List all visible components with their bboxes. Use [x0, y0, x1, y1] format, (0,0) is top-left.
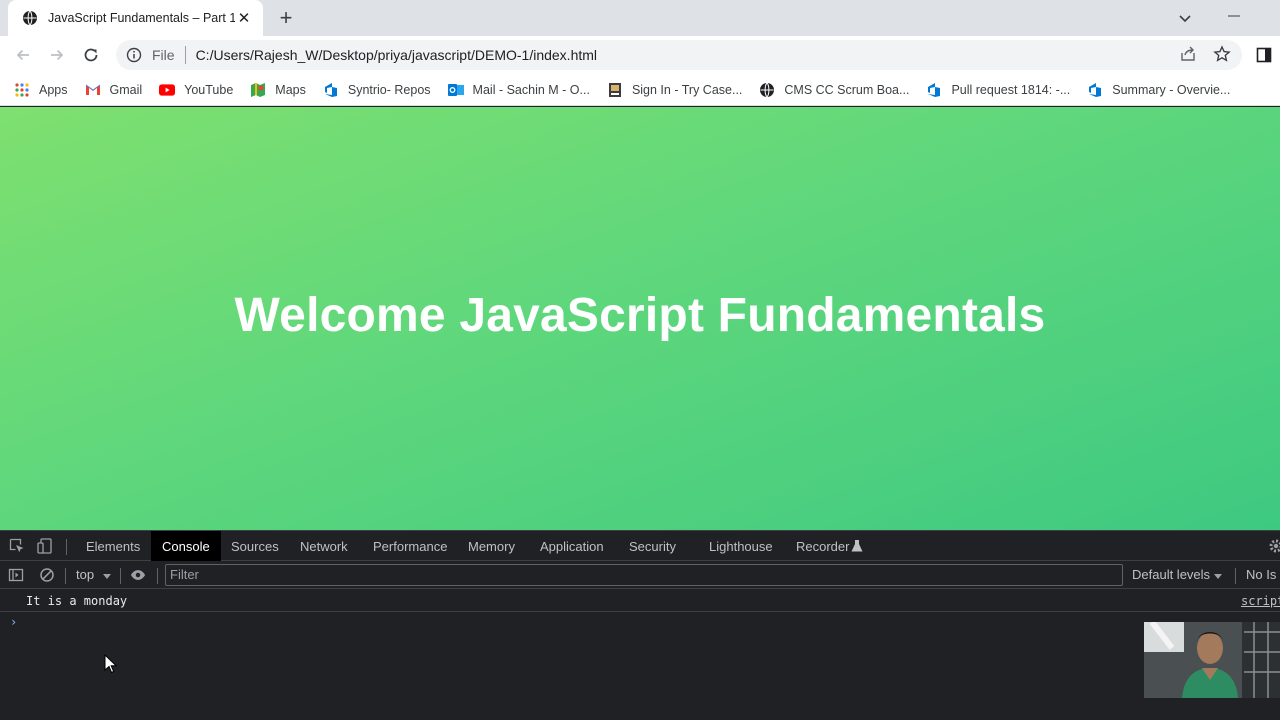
filter-input[interactable]: Filter: [165, 564, 1123, 586]
side-panel-icon[interactable]: [1254, 45, 1274, 65]
omnibox-divider: [184, 46, 186, 64]
bookmarks-bar: Apps Gmail YouTube Maps Syntrio- Repos M…: [0, 74, 1280, 106]
scheme-label: File: [152, 47, 175, 63]
tab-network[interactable]: Network: [300, 531, 348, 561]
toolbar-divider: [120, 568, 121, 584]
devtools-tab-bar: Elements Console Sources Network Perform…: [0, 531, 1280, 561]
browser-toolbar: File C:/Users/Rajesh_W/Desktop/priya/jav…: [0, 36, 1280, 74]
globe-icon: [22, 10, 38, 26]
azure-devops-icon: [323, 82, 339, 98]
clear-console-icon[interactable]: [39, 567, 55, 583]
bookmark-label: Pull request 1814: -...: [951, 82, 1071, 97]
toolbar-divider: [65, 568, 66, 584]
toolbar-divider: [1235, 568, 1236, 584]
outlook-icon: [447, 82, 464, 98]
tab-title: JavaScript Fundamentals – Part 1: [48, 11, 235, 25]
address-bar[interactable]: File C:/Users/Rajesh_W/Desktop/priya/jav…: [116, 40, 1242, 70]
globe-icon: [759, 82, 775, 98]
console-prompt-caret[interactable]: ›: [10, 615, 17, 629]
reload-icon[interactable]: [81, 45, 101, 65]
tab-performance[interactable]: Performance: [373, 531, 447, 561]
info-icon[interactable]: [126, 47, 142, 63]
url-text[interactable]: C:/Users/Rajesh_W/Desktop/priya/javascri…: [196, 47, 597, 63]
bookmark-gmail[interactable]: Gmail: [85, 82, 143, 98]
bookmark-label: Sign In - Try Case...: [631, 82, 743, 97]
tab-console[interactable]: Console: [151, 531, 221, 561]
bookmark-label: Mail - Sachin M - O...: [472, 82, 590, 97]
bookmark-label: Gmail: [109, 82, 143, 97]
share-icon[interactable]: [1178, 44, 1198, 64]
new-tab-button[interactable]: +: [276, 5, 296, 30]
bookmark-label: Apps: [39, 82, 68, 97]
forward-arrow-icon[interactable]: [47, 45, 67, 65]
sidebar-toggle-icon[interactable]: [8, 567, 24, 583]
minimize-icon[interactable]: [1226, 6, 1242, 22]
dropdown-arrow-icon[interactable]: [99, 568, 115, 584]
bookmark-label: CMS CC Scrum Boa...: [784, 82, 910, 97]
browser-tab[interactable]: JavaScript Fundamentals – Part 1 ✕: [8, 0, 263, 36]
inspect-element-icon[interactable]: [9, 538, 25, 554]
bookmark-cms-scrum[interactable]: CMS CC Scrum Boa...: [759, 82, 909, 98]
eye-icon[interactable]: [130, 567, 146, 583]
console-log-text: It is a monday: [26, 594, 128, 608]
bookmark-label: Syntrio- Repos: [347, 82, 431, 97]
devtools-panel: Elements Console Sources Network Perform…: [0, 530, 1280, 720]
flask-icon: [849, 538, 865, 554]
console-toolbar: top Filter Default levels No Is: [0, 562, 1280, 589]
device-toolbar-icon[interactable]: [37, 538, 53, 554]
page-viewport: Welcome JavaScript Fundamentals: [0, 107, 1280, 530]
issues-counter[interactable]: No Is: [1246, 567, 1276, 582]
bookmark-label: Maps: [275, 82, 306, 97]
bookmark-sign-in[interactable]: Sign In - Try Case...: [607, 82, 742, 98]
log-levels-dropdown[interactable]: Default levels: [1132, 567, 1210, 582]
context-selector[interactable]: top: [76, 567, 94, 582]
youtube-icon: [159, 82, 176, 98]
bookmark-summary[interactable]: Summary - Overvie...: [1087, 82, 1230, 98]
bookmark-label: Summary - Overvie...: [1112, 82, 1231, 97]
tab-sources[interactable]: Sources: [231, 531, 279, 561]
webcam-thumbnail: [1144, 622, 1280, 698]
tab-strip: JavaScript Fundamentals – Part 1 ✕ +: [0, 0, 1280, 36]
bookmark-outlook-mail[interactable]: Mail - Sachin M - O...: [447, 82, 590, 98]
casebook-icon: [607, 82, 623, 98]
mouse-pointer-icon: [104, 653, 118, 674]
gmail-icon: [85, 82, 101, 98]
page-heading: Welcome JavaScript Fundamentals: [234, 289, 1046, 342]
chevron-down-icon[interactable]: [1176, 9, 1194, 27]
bookmark-maps[interactable]: Maps: [250, 82, 306, 98]
back-arrow-icon[interactable]: [13, 45, 33, 65]
bookmark-youtube[interactable]: YouTube: [159, 82, 233, 98]
maps-icon: [250, 82, 266, 98]
tab-memory[interactable]: Memory: [468, 531, 515, 561]
bookmark-syntrio-repos[interactable]: Syntrio- Repos: [323, 82, 431, 98]
dropdown-arrow-icon[interactable]: [1210, 568, 1226, 584]
tab-application[interactable]: Application: [540, 531, 604, 561]
console-source-link[interactable]: script: [1241, 594, 1280, 608]
toolbar-divider: [66, 539, 67, 555]
azure-devops-icon: [926, 82, 942, 98]
azure-devops-icon: [1087, 82, 1103, 98]
bookmark-star-icon[interactable]: [1212, 44, 1232, 64]
tab-elements[interactable]: Elements: [86, 531, 140, 561]
settings-gear-icon[interactable]: [1268, 538, 1280, 554]
tab-recorder[interactable]: Recorder: [796, 531, 849, 561]
bookmark-label: YouTube: [184, 82, 234, 97]
tab-security[interactable]: Security: [629, 531, 676, 561]
console-message-row: It is a monday script: [0, 590, 1280, 612]
tab-lighthouse[interactable]: Lighthouse: [709, 531, 773, 561]
bookmark-pull-request[interactable]: Pull request 1814: -...: [926, 82, 1070, 98]
bookmark-apps[interactable]: Apps: [14, 82, 68, 98]
tab-close-icon[interactable]: ✕: [235, 9, 253, 27]
toolbar-divider: [157, 568, 158, 584]
apps-grid-icon: [14, 82, 30, 98]
